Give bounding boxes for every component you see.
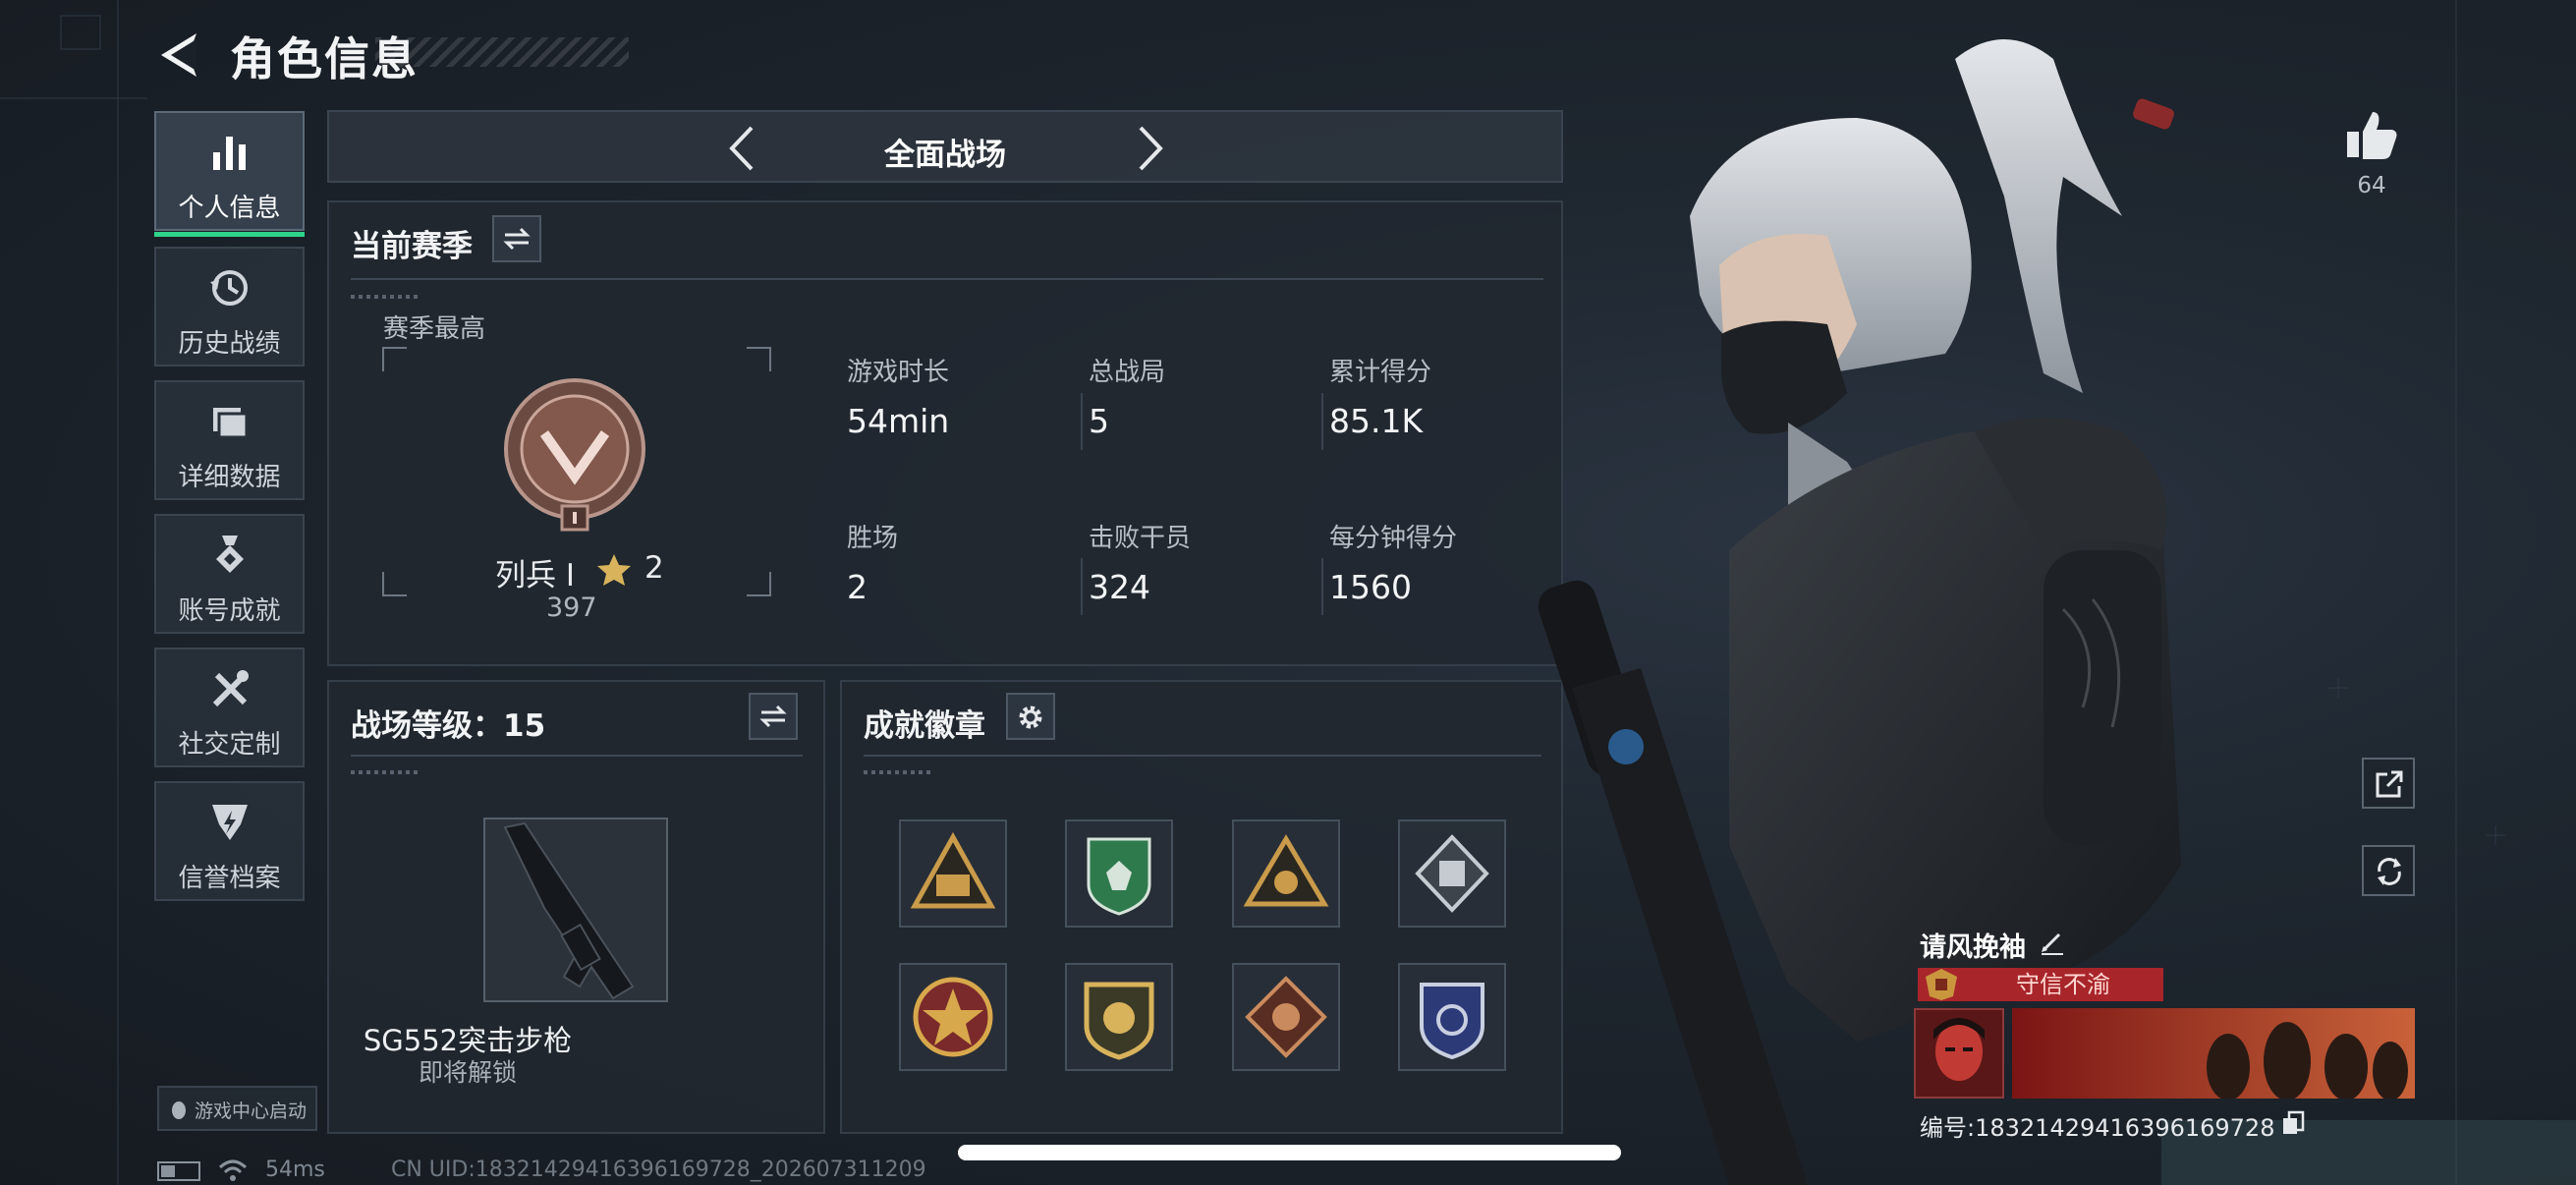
battlefield-level-title: 战场等级：15 (351, 708, 546, 744)
copy-icon[interactable] (2281, 1110, 2305, 1136)
level-switch-button[interactable] (749, 693, 798, 740)
nav-item-history[interactable]: 历史战绩 (154, 247, 305, 367)
nav-item-label: 个人信息 (178, 194, 281, 223)
swap-icon (759, 705, 787, 728)
achievement-badge-2[interactable] (1065, 819, 1173, 928)
divider (1081, 393, 1083, 450)
gear-icon (1019, 705, 1042, 729)
weapon-status: 即将解锁 (418, 1058, 517, 1087)
battery-icon (157, 1161, 200, 1181)
badge-icon (1087, 837, 1151, 916)
edit-icon[interactable] (2038, 927, 2067, 956)
folder-icon (212, 408, 248, 439)
nav-item-label: 详细数据 (178, 463, 281, 492)
rifle-image (485, 819, 666, 1000)
achievement-title: 成就徽章 (864, 708, 985, 744)
profile-banner[interactable] (2012, 1008, 2415, 1099)
achievement-settings-button[interactable] (1006, 693, 1055, 740)
ping-readout: 54ms (265, 1157, 325, 1182)
achievement-badge-5[interactable] (899, 963, 1007, 1071)
divider (1321, 393, 1323, 450)
rank-stars: 2 (644, 550, 664, 586)
star-icon (597, 554, 631, 586)
avatar[interactable] (1914, 1008, 2004, 1099)
badge-icon (1415, 834, 1489, 913)
divider (351, 278, 1543, 280)
refresh-icon (2378, 858, 2401, 885)
game-center-label: 游戏中心启动 (195, 1100, 308, 1122)
mode-label: 全面战场 (884, 138, 1006, 173)
share-button[interactable] (2362, 758, 2415, 809)
honor-emblem-icon (1926, 969, 1957, 1000)
nav-item-label: 历史战绩 (178, 329, 281, 359)
player-uid: 编号:18321429416396169728 (1920, 1114, 2275, 1142)
dots-decoration (351, 295, 420, 299)
dots-decoration (351, 770, 420, 774)
stat-operators-defeated: 击败干员 324 (1089, 524, 1192, 606)
player-name: 请风挽袖 (1920, 932, 2026, 963)
badge-icon (910, 831, 996, 909)
avatar-image (1916, 1010, 2002, 1097)
achievement-badge-1[interactable] (899, 819, 1007, 928)
next-mode-arrow-icon[interactable] (1129, 122, 1172, 175)
bar-chart-icon (212, 137, 246, 170)
nav-item-social[interactable]: 社交定制 (154, 648, 305, 767)
swap-icon (503, 227, 531, 251)
like-count: 64 (2357, 173, 2386, 198)
nav-item-personal-info[interactable]: 个人信息 (154, 111, 305, 237)
achievement-badge-8[interactable] (1398, 963, 1506, 1071)
badge-icon (1245, 976, 1327, 1058)
dots-decoration (864, 770, 932, 774)
badge-icon (1084, 982, 1154, 1060)
medal-icon (215, 536, 244, 573)
penguin-icon (172, 1101, 186, 1119)
history-icon (209, 270, 248, 306)
nav-item-details[interactable]: 详细数据 (154, 380, 305, 500)
nav-item-label: 账号成就 (178, 596, 281, 626)
rank-score: 397 (546, 592, 597, 623)
stat-total-matches: 总战局 5 (1089, 358, 1166, 440)
refresh-button[interactable] (2362, 845, 2415, 896)
home-indicator[interactable] (958, 1145, 1621, 1160)
divider (864, 755, 1541, 757)
credit-icon (211, 805, 248, 840)
badge-icon (913, 977, 993, 1057)
season-switch-button[interactable] (492, 215, 541, 262)
banner-image (2012, 1008, 2415, 1099)
stat-score-per-minute: 每分钟得分 1560 (1329, 524, 1458, 606)
nav-item-achievements[interactable]: 账号成就 (154, 514, 305, 634)
nav-item-label: 信誉档案 (178, 864, 281, 893)
season-title: 当前赛季 (351, 229, 473, 264)
badge-icon (1243, 834, 1329, 907)
divider (351, 755, 803, 757)
achievement-badge-4[interactable] (1398, 819, 1506, 928)
divider (1321, 558, 1323, 615)
achievement-badge-3[interactable] (1232, 819, 1340, 928)
thumbs-up-icon[interactable] (2343, 106, 2400, 163)
badge-icon (1420, 983, 1484, 1060)
rank-emblem-icon (504, 378, 645, 532)
stat-play-time: 游戏时长 54min (847, 358, 950, 440)
stat-total-score: 累计得分 85.1K (1329, 358, 1432, 440)
season-best-label: 赛季最高 (383, 314, 486, 344)
achievement-badge-7[interactable] (1232, 963, 1340, 1071)
divider (1081, 558, 1083, 615)
game-center-button[interactable]: 游戏中心启动 (157, 1086, 317, 1131)
back-icon[interactable] (153, 28, 204, 83)
uid-footer: CN UID:18321429416396169728_202607311209 (391, 1157, 926, 1182)
achievement-badge-6[interactable] (1065, 963, 1173, 1071)
wifi-icon (218, 1159, 248, 1181)
weapon-unlock-card[interactable] (483, 818, 668, 1002)
title-decoration (375, 37, 629, 67)
stat-wins: 胜场 2 (847, 524, 899, 606)
honor-title: 守信不渝 (2016, 971, 2110, 998)
rank-name: 列兵 Ⅰ (495, 558, 575, 593)
share-icon (2376, 770, 2403, 798)
tools-icon (212, 670, 249, 707)
nav-item-label: 社交定制 (178, 730, 281, 760)
mode-selector: 全面战场 (327, 110, 1563, 183)
nav-item-credit[interactable]: 信誉档案 (154, 781, 305, 901)
